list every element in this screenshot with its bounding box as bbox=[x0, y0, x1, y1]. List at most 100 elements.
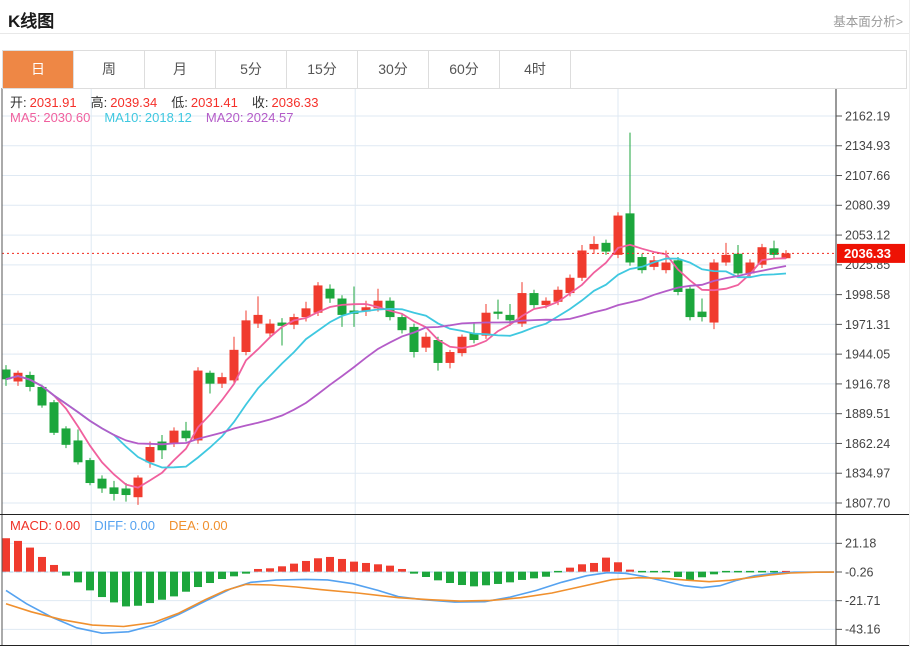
candle-body bbox=[73, 440, 83, 463]
candle-body bbox=[529, 293, 539, 306]
macd-bar bbox=[86, 571, 94, 591]
macd-bar bbox=[242, 571, 250, 574]
macd-bar bbox=[662, 570, 670, 573]
macd-bar bbox=[206, 571, 214, 584]
kline-widget: K线图 基本面分析> 2162.19 2134.93 2107.66 2080.39 2… bbox=[0, 0, 910, 647]
macd-bar bbox=[518, 571, 526, 580]
candle-body bbox=[253, 314, 263, 324]
tab-15分[interactable]: 15分 bbox=[287, 51, 358, 88]
axis-tick-label: -21.71 bbox=[845, 594, 880, 608]
macd-bar bbox=[254, 568, 262, 572]
candle-body bbox=[589, 243, 599, 250]
candle-body bbox=[445, 352, 455, 363]
macd-bar bbox=[290, 563, 298, 572]
axis-tick-label: 1807.70 bbox=[845, 496, 890, 510]
candle-body bbox=[109, 487, 119, 494]
axis-tick-label: 1889.51 bbox=[845, 407, 890, 421]
macd-bar bbox=[422, 571, 430, 578]
candle-body bbox=[193, 370, 203, 441]
candle-body bbox=[169, 430, 179, 444]
axis-tick-label: 1971.31 bbox=[845, 318, 890, 332]
macd-bar bbox=[386, 565, 394, 572]
axis-tick-label: 1916.78 bbox=[845, 377, 890, 391]
candle-body bbox=[421, 336, 431, 348]
macd-bar bbox=[158, 571, 166, 600]
candle-body bbox=[181, 430, 191, 439]
candle-body bbox=[85, 460, 95, 484]
macd-bar bbox=[638, 570, 646, 573]
macd-bar bbox=[602, 557, 610, 572]
macd-bar bbox=[674, 571, 682, 578]
macd-bar bbox=[758, 570, 766, 573]
tab-4时[interactable]: 4时 bbox=[500, 51, 571, 88]
macd-bar bbox=[398, 568, 406, 572]
candle-body bbox=[601, 242, 611, 252]
candle-body bbox=[577, 250, 587, 278]
candle-body bbox=[241, 320, 251, 353]
tab-5分[interactable]: 5分 bbox=[216, 51, 287, 88]
candle-body bbox=[433, 340, 443, 363]
macd-panel[interactable]: 21.18 -0.26 -21.71 -43.16 bbox=[0, 515, 910, 647]
macd-bar bbox=[218, 571, 226, 580]
candle-body bbox=[481, 312, 491, 336]
tab-周[interactable]: 周 bbox=[74, 51, 145, 88]
ma5-line bbox=[5, 243, 787, 489]
candle-body bbox=[457, 336, 467, 354]
tab-60分[interactable]: 60分 bbox=[429, 51, 500, 88]
axis-tick-label: 1998.58 bbox=[845, 288, 890, 302]
kline-chart[interactable]: 2162.19 2134.93 2107.66 2080.39 2053.12 2025.… bbox=[0, 0, 910, 647]
macd-bar bbox=[182, 571, 190, 592]
axis-tick-label: 1944.05 bbox=[845, 348, 890, 362]
macd-bar bbox=[134, 571, 142, 606]
macd-bar bbox=[698, 571, 706, 578]
macd-bar bbox=[722, 570, 730, 573]
candle-body bbox=[493, 311, 503, 314]
candle-body bbox=[145, 446, 155, 463]
axis-tick-label: -43.16 bbox=[845, 623, 880, 637]
axis-tick-label: 21.18 bbox=[845, 537, 876, 551]
macd-bar bbox=[578, 564, 586, 572]
candle-body bbox=[337, 298, 347, 315]
candle-body bbox=[157, 441, 167, 451]
candle-body bbox=[733, 253, 743, 274]
axis-tick-label: 1834.97 bbox=[845, 467, 890, 481]
tab-30分[interactable]: 30分 bbox=[358, 51, 429, 88]
macd-bar bbox=[590, 562, 598, 572]
macd-bar bbox=[542, 571, 550, 577]
tab-月[interactable]: 月 bbox=[145, 51, 216, 88]
candle-body bbox=[757, 247, 767, 265]
macd-bar bbox=[470, 571, 478, 587]
macd-bar bbox=[374, 564, 382, 572]
macd-bar bbox=[98, 571, 106, 598]
macd-bar bbox=[458, 571, 466, 586]
macd-bar bbox=[770, 570, 778, 573]
axis-tick-label: 2080.39 bbox=[845, 199, 890, 213]
tab-日[interactable]: 日 bbox=[3, 51, 74, 88]
axis-tick-label: 2053.12 bbox=[845, 228, 890, 242]
main-candle-panel[interactable]: 2162.192134.932107.662080.392053.122025.… bbox=[0, 88, 910, 515]
axis-tick-label: 1862.24 bbox=[845, 437, 890, 451]
axis-tick-label: 2107.66 bbox=[845, 169, 890, 183]
macd-bar bbox=[14, 540, 22, 572]
macd-bar bbox=[338, 558, 346, 572]
macd-bar bbox=[734, 570, 742, 573]
macd-bar bbox=[410, 571, 418, 574]
axis-tick-label: -0.26 bbox=[845, 565, 874, 579]
macd-bar bbox=[62, 571, 70, 576]
macd-bar bbox=[266, 568, 274, 572]
macd-bar bbox=[146, 571, 154, 604]
macd-bar bbox=[50, 564, 58, 572]
macd-bar bbox=[38, 556, 46, 572]
macd-bar bbox=[26, 547, 34, 572]
macd-bar bbox=[278, 566, 286, 572]
candle-body bbox=[61, 428, 71, 445]
macd-bar bbox=[494, 571, 502, 584]
ma20-line bbox=[5, 265, 787, 446]
candle-body bbox=[721, 254, 731, 263]
candle-body bbox=[325, 288, 335, 299]
candle-body bbox=[49, 402, 59, 433]
macd-bar bbox=[530, 571, 538, 579]
macd-bar bbox=[110, 571, 118, 603]
candle-body bbox=[265, 323, 275, 334]
macd-bar bbox=[482, 571, 490, 586]
